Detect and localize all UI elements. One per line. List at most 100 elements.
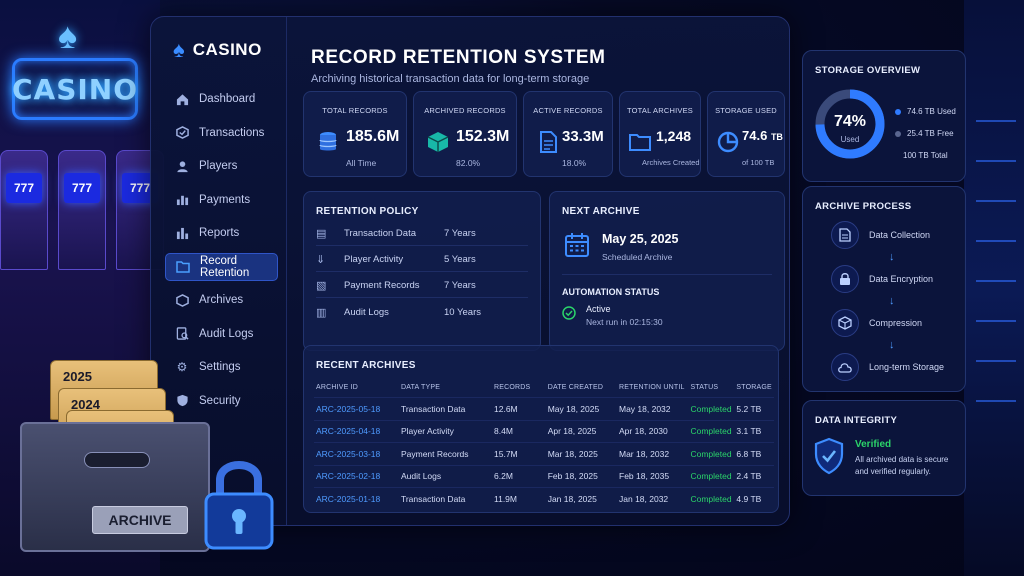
cell-records: 6.2M [494, 471, 513, 482]
document-icon [831, 221, 859, 249]
policy-name: Payment Records [344, 280, 420, 291]
recent-archives-table: ARCHIVE ID DATA TYPE RECORDS DATE CREATE… [314, 380, 774, 510]
policy-row[interactable]: ⇓ Player Activity 5 Years [316, 248, 528, 272]
arrow-down-icon: ↓ [889, 251, 895, 263]
transactions-icon [175, 126, 189, 140]
sidebar-item-players[interactable]: Players [165, 152, 278, 180]
column-header[interactable]: DATA TYPE [399, 380, 492, 398]
storage-percent-label: Used [840, 135, 860, 144]
table-row[interactable]: ARC-2025-01-18 Transaction Data 11.9M Ja… [314, 487, 774, 511]
recent-archives-title: RECENT ARCHIVES [316, 360, 416, 371]
user-icon [175, 159, 189, 173]
process-step: Long-term Storage [831, 353, 944, 381]
folder-icon [176, 260, 190, 274]
automation-status: Active [586, 304, 611, 314]
brand[interactable]: ♠ CASINO [151, 17, 286, 61]
stat-card-total-archives[interactable]: TOTAL ARCHIVES 1,248 Archives Created [619, 91, 701, 177]
policy-row[interactable]: ▥ Audit Logs 10 Years [316, 300, 528, 324]
policy-name: Player Activity [344, 254, 404, 265]
stat-card-total-records[interactable]: TOTAL RECORDS 185.6M All Time [303, 91, 407, 177]
data-integrity-card: DATA INTEGRITY Verified All archived dat… [802, 400, 966, 496]
table-header: ARCHIVE ID DATA TYPE RECORDS DATE CREATE… [314, 380, 774, 398]
cell-retention-until: May 18, 2032 [619, 403, 671, 414]
home-icon [175, 92, 189, 106]
stat-value: 152.3M [456, 128, 510, 145]
sidebar-item-transactions[interactable]: Transactions [165, 119, 278, 147]
process-step-label: Compression [869, 318, 923, 328]
legend-used: 74.6 TB Used [895, 107, 956, 116]
cell-data-type: Player Activity [400, 426, 454, 437]
process-step-label: Long-term Storage [869, 362, 945, 372]
archive-id-link[interactable]: ARC-2025-05-18 [314, 398, 399, 421]
sidebar-item-archives[interactable]: Archives [165, 286, 278, 314]
policy-row[interactable]: ▤ Transaction Data 7 Years [316, 222, 528, 246]
cell-retention-until: Feb 18, 2035 [619, 471, 670, 482]
stat-card-archived-records[interactable]: ARCHIVED RECORDS 152.3M 82.0% [413, 91, 517, 177]
cell-storage: 5.2 TB [736, 403, 762, 414]
slot-machine: 777 [0, 150, 48, 270]
archive-id-link[interactable]: ARC-2025-02-18 [314, 465, 399, 488]
automation-title: AUTOMATION STATUS [562, 287, 660, 297]
legend-label: 100 TB Total [903, 151, 948, 160]
policy-name: Audit Logs [344, 306, 389, 318]
column-header[interactable]: STORAGE [734, 380, 774, 398]
table-row[interactable]: ARC-2025-03-18 Payment Records 15.7M Mar… [314, 442, 774, 466]
column-header[interactable]: RETENTION UNTIL [617, 380, 688, 398]
sidebar-item-label: Record Retention [200, 254, 250, 279]
storage-overview-card: STORAGE OVERVIEW 74% Used 74.6 TB Used 2… [802, 50, 966, 182]
cell-data-type: Payment Records [400, 448, 469, 459]
document-icon [540, 131, 557, 153]
column-header[interactable]: ARCHIVE ID [314, 380, 399, 398]
legend-label: 25.4 TB Free [907, 129, 954, 138]
stat-sub: Archives Created [642, 158, 700, 167]
integrity-text-line1: All archived data is secure [855, 455, 949, 464]
status-badge: Completed [690, 448, 732, 459]
document-icon: ▤ [316, 228, 327, 240]
spade-logo-icon: ♠ [173, 37, 185, 62]
process-step: Data Encryption [831, 265, 933, 293]
legend-label: 74.6 TB Used [907, 107, 956, 116]
sidebar-item-record-retention[interactable]: Record Retention [165, 252, 278, 281]
column-header[interactable]: RECORDS [492, 380, 546, 398]
sidebar-item-reports[interactable]: Reports [165, 219, 278, 247]
page-title: RECORD RETENTION SYSTEM [311, 47, 606, 68]
cell-records: 8.4M [494, 426, 513, 437]
cell-date-created: Apr 18, 2025 [547, 426, 597, 437]
sidebar-item-payments[interactable]: Payments [165, 186, 278, 214]
sidebar-item-label: Reports [199, 227, 240, 239]
arrow-down-icon: ↓ [889, 295, 895, 307]
storage-overview-title: STORAGE OVERVIEW [815, 65, 921, 76]
integrity-text-line2: and verified regularly. [855, 467, 931, 476]
process-step-label: Data Collection [869, 230, 931, 240]
stat-sub: 18.0% [562, 158, 587, 168]
sidebar-item-audit-logs[interactable]: Audit Logs [165, 320, 278, 348]
table-row[interactable]: ARC-2025-02-18 Audit Logs 6.2M Feb 18, 2… [314, 465, 774, 488]
stat-sub: All Time [346, 158, 377, 168]
column-header[interactable]: DATE CREATED [546, 380, 617, 398]
stat-card-active-records[interactable]: ACTIVE RECORDS 33.3M 18.0% [523, 91, 613, 177]
stat-card-storage-used[interactable]: STORAGE USED 74.6 TB of 100 TB [707, 91, 785, 177]
process-step-label: Data Encryption [869, 274, 934, 284]
storage-percent: 74% [833, 113, 867, 130]
cell-data-type: Transaction Data [400, 403, 466, 414]
archive-id-link[interactable]: ARC-2025-01-18 [314, 488, 399, 511]
sidebar-item-dashboard[interactable]: Dashboard [165, 85, 278, 113]
stat-value: 74.6 TB [742, 128, 783, 143]
integrity-status: Verified [855, 439, 892, 450]
archive-id-link[interactable]: ARC-2025-04-18 [314, 420, 399, 443]
table-row[interactable]: ARC-2025-05-18 Transaction Data 12.6M Ma… [314, 397, 774, 421]
database-icon [319, 132, 337, 151]
data-integrity-title: DATA INTEGRITY [815, 415, 898, 426]
status-badge: Completed [690, 471, 732, 482]
archive-id-link[interactable]: ARC-2025-03-18 [314, 443, 399, 466]
column-header[interactable]: STATUS [688, 380, 734, 398]
sidebar-item-label: Dashboard [199, 93, 256, 105]
next-archive-card: NEXT ARCHIVE May 25, 2025 Scheduled Arch… [549, 191, 785, 351]
cube-icon [831, 309, 859, 337]
storage-value: 74.6 [742, 128, 768, 143]
next-archive-note: Scheduled Archive [602, 252, 673, 262]
table-row[interactable]: ARC-2025-04-18 Player Activity 8.4M Apr … [314, 420, 774, 443]
policy-row[interactable]: ▧ Payment Records 7 Years [316, 274, 528, 298]
cell-records: 12.6M [494, 403, 518, 414]
sidebar-item-label: Players [199, 160, 238, 172]
